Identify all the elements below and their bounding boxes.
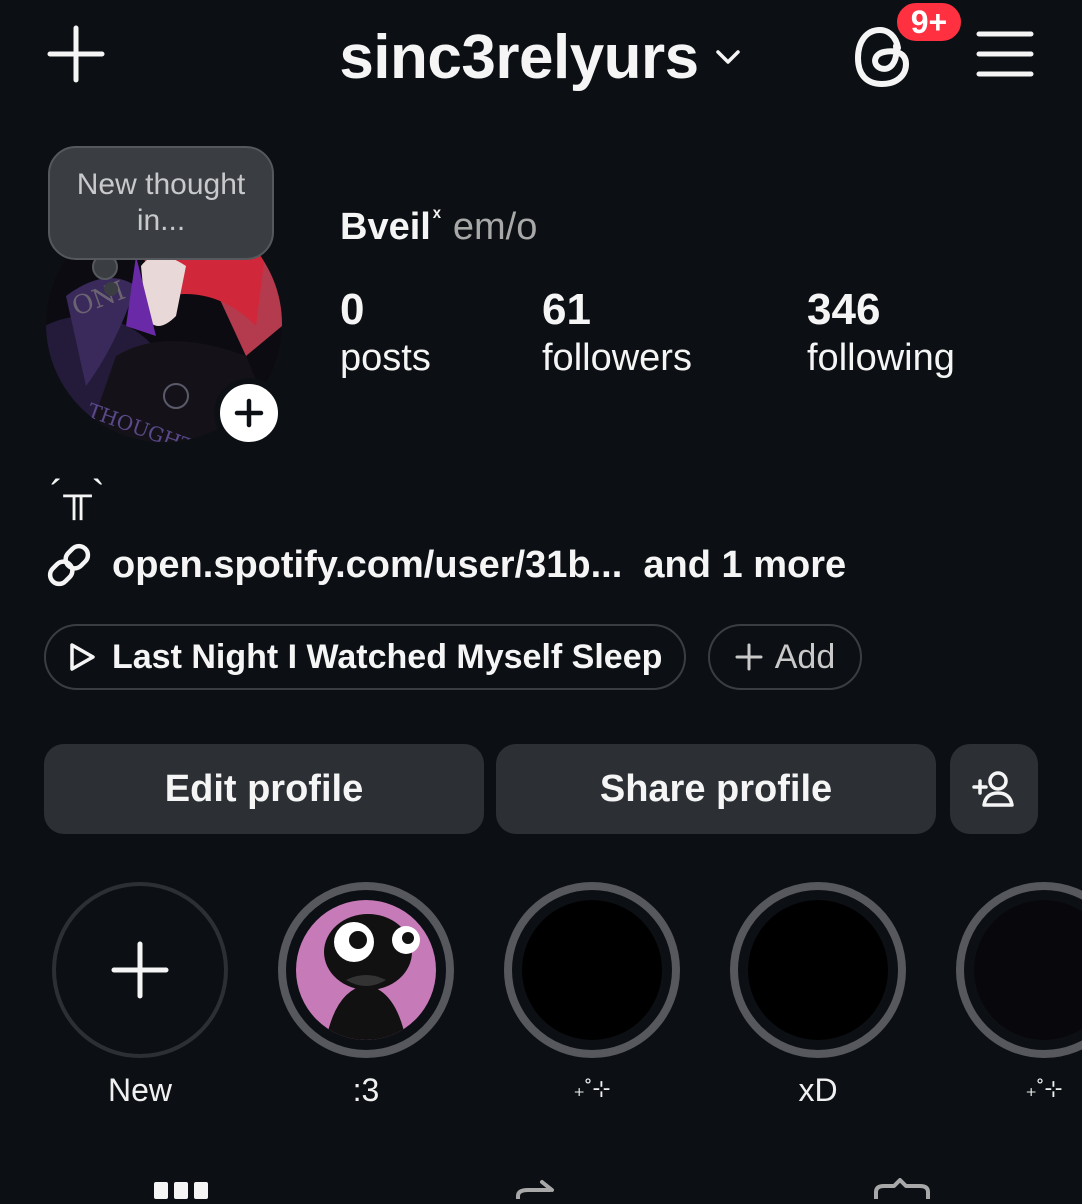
display-name: Bveil — [340, 206, 431, 248]
stat-following[interactable]: 346 following — [807, 286, 955, 380]
following-label: following — [807, 337, 955, 379]
link-text: open.spotify.com/user/31b... and 1 more — [112, 543, 847, 586]
hamburger-menu-icon — [976, 31, 1034, 77]
repost-icon — [516, 1180, 554, 1201]
posts-count: 0 — [340, 285, 365, 334]
add-button[interactable]: Add — [708, 624, 862, 690]
highlight-new[interactable]: New — [52, 882, 228, 1109]
music-pill[interactable]: Last Night I Watched Myself Sleep — [44, 624, 686, 690]
highlight-ring — [278, 882, 454, 1058]
highlight-ring — [730, 882, 906, 1058]
highlight-item[interactable]: xD — [730, 882, 906, 1109]
note-bubble[interactable]: New thought in... — [48, 146, 274, 260]
notification-badge: 9+ — [894, 0, 964, 44]
highlight-label: New — [107, 1072, 172, 1108]
tab-posts[interactable] — [154, 1178, 208, 1204]
highlight-ring — [956, 882, 1082, 1058]
add-story-button[interactable] — [214, 378, 284, 448]
followers-label: followers — [542, 337, 692, 379]
note-bubble-tail — [104, 282, 118, 296]
highlight-label: :3 — [352, 1072, 380, 1108]
followers-count: 61 — [542, 285, 591, 334]
name-mark: ˣ — [432, 203, 441, 228]
edit-profile-button[interactable]: Edit profile — [44, 744, 484, 834]
highlight-cover-image — [296, 900, 436, 1040]
posts-label: posts — [340, 337, 431, 379]
highlight-cover — [522, 900, 662, 1040]
stat-posts[interactable]: 0 posts — [340, 286, 431, 380]
highlight-cover — [296, 900, 436, 1040]
highlight-item[interactable]: ₊˚⊹ — [956, 882, 1082, 1102]
share-profile-button[interactable]: Share profile — [496, 744, 936, 834]
grid-icon — [154, 1182, 208, 1199]
highlight-cover — [974, 900, 1082, 1040]
plus-icon — [735, 643, 763, 671]
tagged-icon — [874, 1178, 930, 1199]
highlight-ring — [504, 882, 680, 1058]
following-count: 346 — [807, 285, 881, 334]
highlight-cover — [748, 900, 888, 1040]
plus-icon — [47, 25, 105, 83]
stat-followers[interactable]: 61 followers — [542, 286, 692, 380]
tab-tagged[interactable] — [872, 1178, 932, 1204]
create-button[interactable] — [44, 22, 108, 86]
plus-icon — [234, 398, 264, 428]
bio-text: ´╥` — [50, 473, 105, 517]
note-text: New thought in... — [76, 168, 246, 237]
menu-button[interactable] — [976, 28, 1034, 80]
highlight-item[interactable]: :3 — [278, 882, 454, 1109]
play-icon — [70, 643, 95, 671]
plus-icon — [111, 941, 169, 999]
name-line: Bveil ˣ em/o — [340, 203, 538, 250]
profile-link[interactable]: open.spotify.com/user/31b... and 1 more — [44, 538, 846, 592]
pronouns: em/o — [452, 206, 538, 248]
highlight-label: xD — [798, 1072, 838, 1108]
username[interactable]: sinc3relyurs — [339, 22, 699, 93]
link-icon — [47, 543, 91, 587]
discover-people-button[interactable] — [950, 744, 1038, 834]
add-label: Add — [774, 637, 836, 676]
highlight-label: ₊˚⊹ — [573, 1076, 611, 1101]
song-title: Last Night I Watched Myself Sleep — [112, 637, 663, 676]
chevron-down-icon[interactable] — [713, 42, 743, 72]
highlight-ring — [52, 882, 228, 1058]
highlight-item[interactable]: ₊˚⊹ — [504, 882, 680, 1102]
tab-reposts[interactable] — [514, 1178, 558, 1204]
highlight-label: ₊˚⊹ — [1025, 1076, 1063, 1101]
add-user-icon — [972, 771, 1014, 807]
